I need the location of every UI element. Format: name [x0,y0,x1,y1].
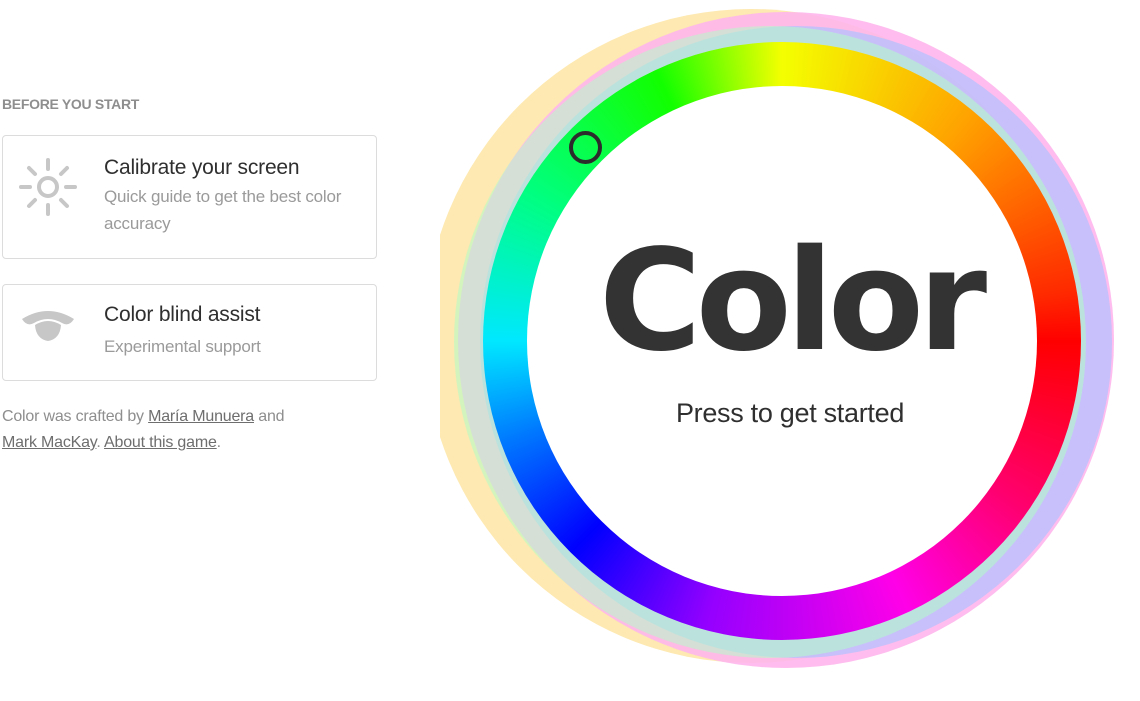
eye-icon [16,305,80,354]
sun-icon [16,156,80,225]
calibrate-title: Calibrate your screen [104,156,300,179]
credits-prefix: Color was crafted by [2,408,149,425]
start-button[interactable] [527,86,1037,596]
color-wheel: Color Press to get started [440,0,1140,701]
credits-text: Color was crafted by María Munuera and M… [2,404,322,456]
color-blind-assist-card[interactable]: Color blind assist Experimental support [2,284,377,381]
stage: BEFORE YOU START Calibrate your screen Q… [0,0,1140,701]
hue-picker-handle[interactable] [569,131,602,164]
author-link-mark[interactable]: Mark MacKay [2,434,97,451]
credits-suffix: . [216,434,221,451]
colorblind-description: Experimental support [104,337,261,356]
calibrate-screen-card[interactable]: Calibrate your screen Quick guide to get… [2,135,377,259]
about-game-link[interactable]: About this game [104,434,217,451]
author-link-maria[interactable]: María Munuera [148,408,254,425]
calibrate-description: Quick guide to get the best color accura… [104,187,342,233]
section-title: BEFORE YOU START [2,96,140,112]
credits-separator: . [96,434,105,451]
colorblind-title: Color blind assist [104,303,261,326]
credits-joiner: and [254,408,285,425]
